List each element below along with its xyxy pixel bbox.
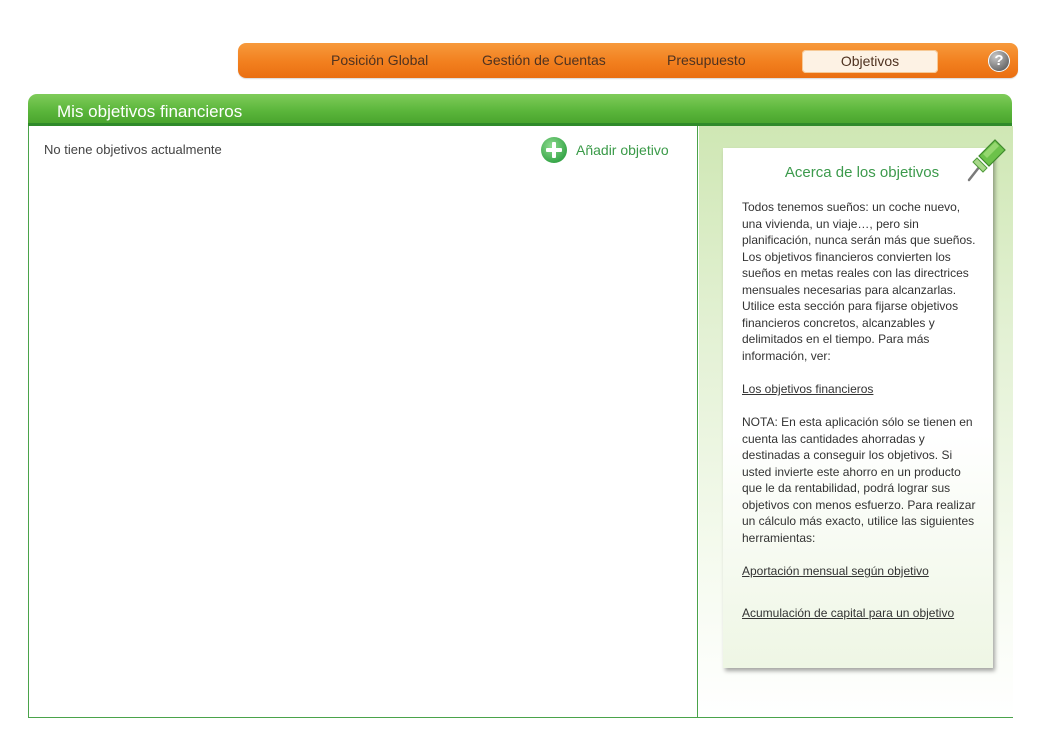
help-icon[interactable]: ?: [988, 50, 1010, 72]
empty-objectives-message: No tiene objetivos actualmente: [44, 142, 222, 157]
info-note-section: NOTA: En esta aplicación sólo se tienen …: [742, 414, 978, 562]
objectives-list-pane: No tiene objetivos actualmente Añadir ob…: [29, 126, 698, 717]
nav-tab-gestion-cuentas[interactable]: Gestión de Cuentas: [482, 52, 606, 68]
nav-tab-objetivos-active[interactable]: Objetivos: [802, 50, 938, 73]
info-sidebar: Acerca de los objetivos Todos tenemos su…: [699, 126, 1013, 717]
add-objective-button[interactable]: Añadir objetivo: [541, 137, 669, 163]
link-acumulacion-capital[interactable]: Acumulación de capital para un objetivo: [742, 606, 954, 620]
page: Posición Global Gestión de Cuentas Presu…: [0, 0, 1040, 750]
info-note-text: NOTA: En esta aplicación sólo se tienen …: [742, 415, 976, 545]
link-aportacion-mensual[interactable]: Aportación mensual según objetivo: [742, 564, 929, 578]
section-title: Mis objetivos financieros: [57, 102, 243, 121]
info-body: Todos tenemos sueños: un coche nuevo, un…: [742, 199, 978, 380]
nav-tab-presupuesto[interactable]: Presupuesto: [667, 52, 746, 68]
section-header: Mis objetivos financieros: [28, 94, 1012, 126]
content-panel: No tiene objetivos actualmente Añadir ob…: [28, 126, 1013, 718]
plus-circle-icon[interactable]: [541, 137, 567, 163]
add-objective-label[interactable]: Añadir objetivo: [576, 142, 669, 158]
link-objetivos-financieros[interactable]: Los objetivos financieros: [742, 382, 873, 396]
info-note-card: Acerca de los objetivos Todos tenemos su…: [723, 139, 1006, 668]
info-title: Acerca de los objetivos: [784, 164, 940, 181]
top-navigation-bar: Posición Global Gestión de Cuentas Presu…: [238, 43, 1018, 78]
info-intro-text: Todos tenemos sueños: un coche nuevo, un…: [742, 200, 976, 363]
nav-tab-posicion-global[interactable]: Posición Global: [331, 52, 428, 68]
